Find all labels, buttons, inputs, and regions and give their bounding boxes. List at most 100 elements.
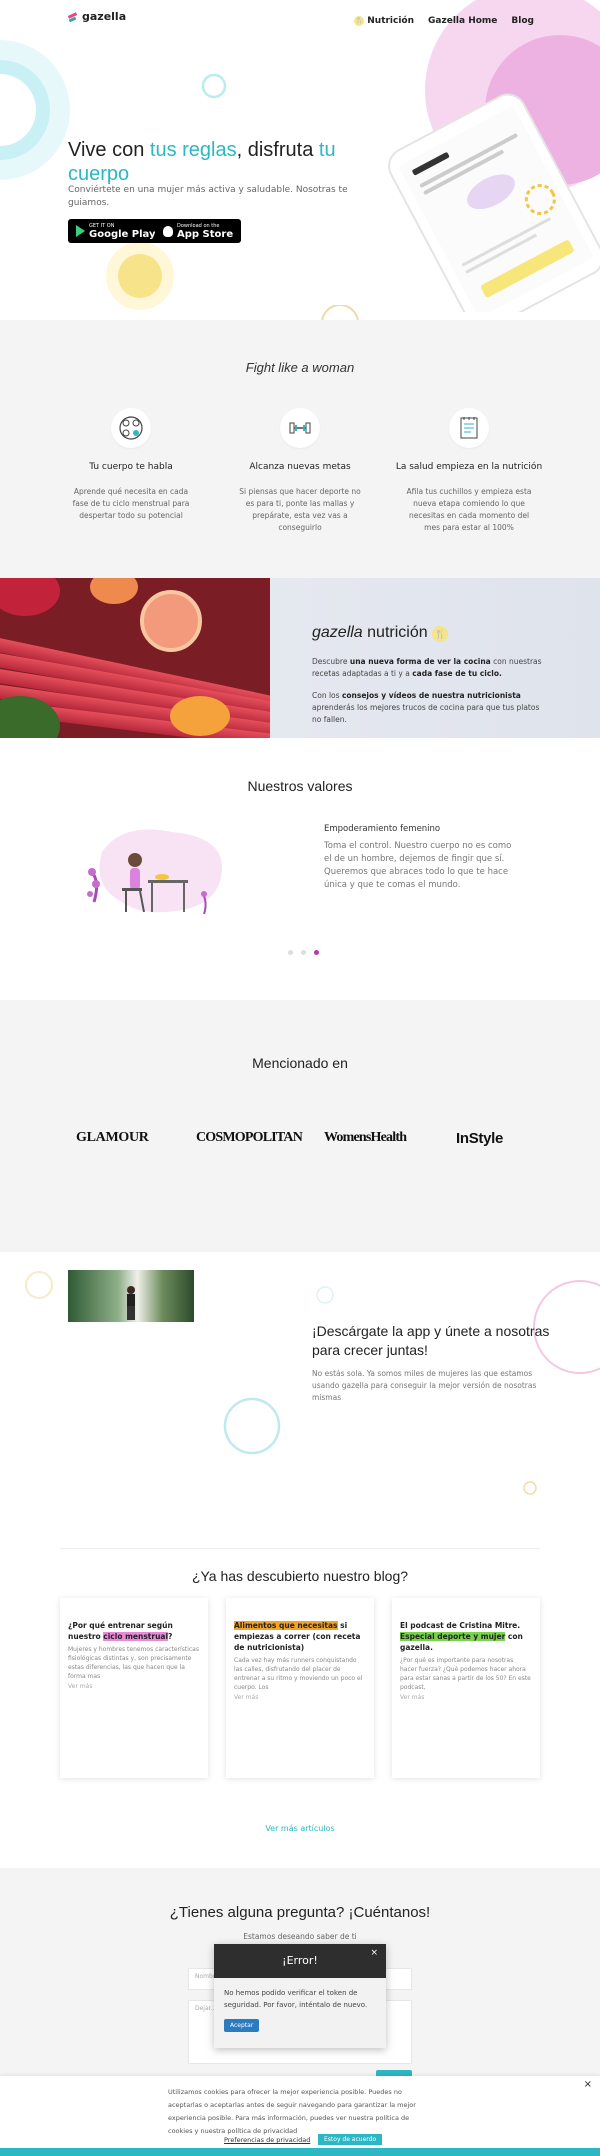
blog-card-more-link[interactable]: Ver más [400, 1694, 532, 1701]
cosmopolitan-logo: COSMOPOLITAN [196, 1130, 303, 1145]
download-text: No estás sola. Ya somos miles de mujeres… [312, 1369, 537, 1402]
text: ? [168, 1632, 173, 1641]
nav-item-blog[interactable]: Blog [511, 16, 534, 26]
nutrition-paragraph: Descubre una nueva forma de ver la cocin… [312, 656, 542, 680]
blog-card[interactable]: El podcast de Cristina Mitre. Especial d… [392, 1598, 540, 1778]
values-title: Nuestros valores [247, 778, 353, 794]
text: Con los [312, 691, 342, 700]
close-icon[interactable]: × [370, 1944, 378, 1962]
phone-mockup [388, 93, 600, 312]
feature-card: La salud empieza en la nutrición Afila t… [394, 408, 544, 534]
accept-button[interactable]: Aceptar [224, 2019, 260, 2032]
glamour-logo: GLAMOUR [76, 1130, 149, 1145]
ring-decoration [523, 1481, 537, 1495]
download-title: ¡Descárgate la app y únete a nosotras pa… [312, 1323, 550, 1358]
text: El podcast de Cristina Mitre. [400, 1621, 521, 1630]
cutlery-icon: 🍴 [354, 16, 365, 26]
close-icon[interactable]: × [584, 2079, 592, 2090]
modal-title: ¡Error! [282, 1954, 318, 1967]
text: Descubre [312, 657, 350, 666]
carousel-dot-active[interactable] [314, 950, 319, 955]
logo[interactable]: gazella [68, 10, 126, 23]
woman-eating-illustration [87, 829, 222, 915]
womenshealth-logo: WomensHealth [324, 1130, 407, 1145]
cookie-text: Utilizamos cookies para ofrecer la mejor… [168, 2088, 416, 2135]
app-store-button[interactable]: Download on the App Store [155, 219, 242, 243]
footer-strip [0, 2148, 600, 2156]
ring-decoration [223, 1397, 281, 1455]
more-articles-link[interactable]: Ver más artículos [0, 1824, 600, 1833]
value-title: Empoderamiento femenino [324, 824, 441, 834]
feature-title: La salud empieza en la nutrición [395, 462, 543, 472]
hero-section: gazella 🍴 Nutrición Gazella Home Blog Vi… [0, 0, 600, 320]
hero-title-accent: tus reglas [149, 139, 237, 161]
contact-title: ¿Tienes alguna pregunta? ¡Cuéntanos! [169, 1904, 431, 1921]
features-section: Fight like a woman Tu cuerpo te habla Ap… [0, 320, 600, 578]
highlight: Alimentos que necesitas [234, 1621, 338, 1630]
feature-title: Alcanza nuevas metas [249, 462, 351, 472]
blog-card-excerpt: ¿Por qué es importante para nosotras hac… [400, 1657, 531, 1691]
blog-title: ¿Ya has descubierto nuestro blog? [191, 1568, 409, 1584]
highlight: ciclo menstrual [103, 1632, 169, 1641]
dumbbell-icon [280, 408, 320, 448]
strawberries-image [0, 578, 60, 616]
nav-item-label: Nutrición [367, 16, 415, 26]
value-text: Toma el control. Nuestro cuerpo no es co… [324, 841, 512, 890]
blog-card[interactable]: ¿Por qué entrenar según nuestro ciclo me… [60, 1598, 208, 1778]
google-play-button[interactable]: GET IT ON Google Play [68, 219, 164, 243]
ring-decoration [316, 1286, 334, 1304]
hero-ring-decoration [201, 73, 227, 99]
blog-card[interactable]: Alimentos que necesitas si empiezas a co… [226, 1598, 374, 1778]
error-modal: ¡Error! × No hemos podido verificar el t… [214, 1944, 386, 2048]
blog-section: ¿Ya has descubierto nuestro blog? ¿Por q… [0, 1522, 600, 1868]
grapefruit-image [140, 590, 202, 652]
hero-bottom-arc-decoration [321, 305, 359, 320]
blog-card-more-link[interactable]: Ver más [234, 1694, 366, 1701]
highlight: Especial deporte y mujer [400, 1632, 506, 1641]
carousel-dots [288, 950, 319, 955]
blog-card-title: El podcast de Cristina Mitre. Especial d… [400, 1620, 532, 1653]
notepad-icon [449, 408, 489, 448]
values-section: Nuestros valores Empoderamiento femenino… [0, 738, 600, 1000]
hero-sun-decoration [106, 242, 174, 310]
orange-image [90, 578, 138, 604]
carousel-dot[interactable] [288, 950, 293, 955]
feature-text: Si piensas que hacer deporte no es para … [239, 487, 361, 532]
modal-header: ¡Error! × [214, 1944, 386, 1978]
text: aprenderás los mejores trucos de cocina … [312, 703, 540, 724]
privacy-preferences-link[interactable]: Preferencias de privacidad [224, 2136, 310, 2144]
nutrition-title-rest: nutrición [362, 624, 428, 641]
hero-title: Vive con tus reglas, disfruta tu cuerpo [68, 138, 368, 186]
woman-jungle-photo [68, 1270, 194, 1322]
store-big-label: Google Play [89, 228, 156, 240]
carousel-dot[interactable] [301, 950, 306, 955]
press-section: Mencionado en GLAMOUR COSMOPOLITAN Women… [0, 1000, 600, 1252]
divider [60, 1548, 540, 1549]
contact-subtitle: Estamos deseando saber de ti [243, 1932, 357, 1941]
flower-image [170, 696, 230, 736]
press-title: Mencionado en [252, 1055, 348, 1071]
nutrition-title-italic: gazella [312, 624, 363, 641]
nav-item-gazella-home[interactable]: Gazella Home [428, 16, 497, 26]
cookie-accept-button[interactable]: Estoy de acuerdo [318, 2134, 383, 2145]
blog-card-title: ¿Por qué entrenar según nuestro ciclo me… [68, 1620, 200, 1642]
feature-text: Afila tus cuchillos y empieza esta nueva… [406, 487, 532, 532]
cookie-banner: × Utilizamos cookies para ofrecer la mej… [0, 2076, 600, 2156]
nav-item-nutricion[interactable]: 🍴 Nutrición [354, 16, 414, 26]
woman-figure [127, 1286, 135, 1320]
text-bold: cada fase de tu ciclo. [412, 669, 502, 678]
main-nav: 🍴 Nutrición Gazella Home Blog [354, 16, 534, 26]
nutrition-title: gazella nutrición 🍴 [312, 624, 449, 642]
blog-card-excerpt: Cada vez hay más runners conquistando la… [234, 1657, 363, 1691]
apple-icon [163, 225, 173, 237]
text-bold: consejos y vídeos de nuestra nutricionis… [341, 691, 521, 700]
google-play-icon [76, 225, 85, 237]
feature-card: Tu cuerpo te habla Aprende qué necesita … [56, 408, 206, 522]
logo-text: gazella [82, 10, 127, 23]
download-section: ¡Descárgate la app y únete a nosotras pa… [0, 1252, 600, 1522]
hero-title-part: , disfruta [236, 139, 319, 161]
hero-title-part: Vive con [68, 139, 150, 161]
feature-card: Alcanza nuevas metas Si piensas que hace… [225, 408, 375, 534]
nutrition-banner: gazella nutrición 🍴 Descubre una nueva f… [0, 578, 600, 738]
blog-card-more-link[interactable]: Ver más [68, 1683, 200, 1690]
